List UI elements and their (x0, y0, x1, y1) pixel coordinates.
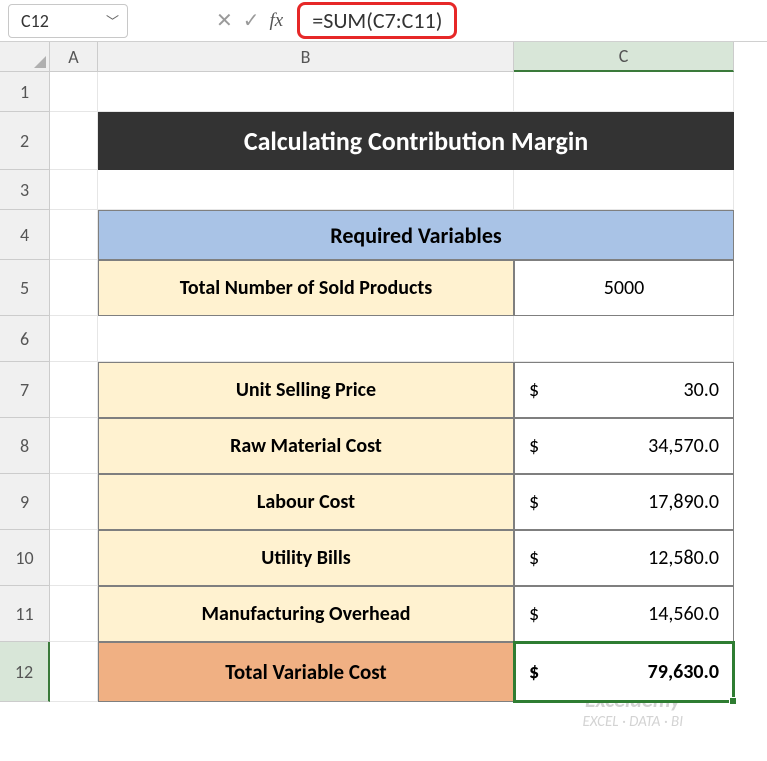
fill-handle[interactable] (729, 697, 737, 705)
row-header-7[interactable]: 7 (0, 362, 50, 418)
value-total-variable[interactable]: $ 79,630.0 (514, 642, 734, 702)
row-header-9[interactable]: 9 (0, 474, 50, 530)
cell-A4[interactable] (50, 210, 98, 260)
labour-number: 17,890.0 (648, 490, 719, 514)
cell-A3[interactable] (50, 170, 98, 210)
row-header-column: 1 2 3 4 5 6 7 8 9 10 11 12 (0, 42, 50, 761)
cell-A1[interactable] (50, 72, 98, 112)
value-overhead[interactable]: $ 14,560.0 (514, 586, 734, 642)
row-header-5[interactable]: 5 (0, 260, 50, 316)
cell-B1[interactable] (98, 72, 514, 112)
row-header-4[interactable]: 4 (0, 210, 50, 260)
currency-symbol: $ (529, 546, 539, 570)
title-cell[interactable]: Calculating Contribution Margin (98, 112, 734, 170)
currency-symbol: $ (529, 378, 539, 402)
label-utility[interactable]: Utility Bills (98, 530, 514, 586)
label-raw-material[interactable]: Raw Material Cost (98, 418, 514, 474)
row-header-8[interactable]: 8 (0, 418, 50, 474)
cell-A5[interactable] (50, 260, 98, 316)
formula-input[interactable]: =SUM(C7:C11) (297, 2, 457, 39)
row-header-12[interactable]: 12 (0, 642, 50, 702)
cell-B3[interactable] (98, 170, 514, 210)
formula-text: =SUM(C7:C11) (312, 7, 442, 34)
cell-A10[interactable] (50, 530, 98, 586)
cell-A7[interactable] (50, 362, 98, 418)
label-sold-products[interactable]: Total Number of Sold Products (98, 260, 514, 316)
value-raw-material[interactable]: $ 34,570.0 (514, 418, 734, 474)
cell-A11[interactable] (50, 586, 98, 642)
select-all-corner[interactable] (0, 42, 50, 72)
row-header-11[interactable]: 11 (0, 586, 50, 642)
cell-A2[interactable] (50, 112, 98, 170)
cancel-icon[interactable]: ✕ (216, 8, 233, 33)
section-header[interactable]: Required Variables (98, 210, 734, 260)
name-box-value: C12 (21, 10, 49, 32)
fx-icon[interactable]: fx (270, 10, 284, 32)
raw-material-number: 34,570.0 (648, 434, 719, 458)
formula-bar: C12 ﹀ ✕ ✓ fx =SUM(C7:C11) (0, 0, 767, 42)
label-labour[interactable]: Labour Cost (98, 474, 514, 530)
unit-price-number: 30.0 (684, 378, 719, 402)
name-box[interactable]: C12 ﹀ (8, 4, 128, 38)
spreadsheet-grid: 1 2 3 4 5 6 7 8 9 10 11 12 A B C Calcula… (0, 42, 767, 761)
label-total-variable[interactable]: Total Variable Cost (98, 642, 514, 702)
row-header-1[interactable]: 1 (0, 72, 50, 112)
column-header-row: A B C (50, 42, 767, 72)
row-header-3[interactable]: 3 (0, 170, 50, 210)
value-utility[interactable]: $ 12,580.0 (514, 530, 734, 586)
cell-B6[interactable] (98, 316, 514, 362)
label-unit-price[interactable]: Unit Selling Price (98, 362, 514, 418)
label-overhead[interactable]: Manufacturing Overhead (98, 586, 514, 642)
utility-number: 12,580.0 (648, 546, 719, 570)
col-header-C[interactable]: C (514, 42, 734, 72)
currency-symbol: $ (529, 602, 539, 626)
formula-bar-icons: ✕ ✓ fx (136, 8, 289, 33)
value-unit-price[interactable]: $ 30.0 (514, 362, 734, 418)
currency-symbol: $ (529, 434, 539, 458)
watermark-subtitle: EXCEL · DATA · BI (582, 713, 683, 731)
currency-symbol: $ (529, 660, 539, 684)
overhead-number: 14,560.0 (648, 602, 719, 626)
chevron-down-icon[interactable]: ﹀ (106, 11, 119, 30)
cell-A12[interactable] (50, 642, 98, 702)
value-sold-products[interactable]: 5000 (514, 260, 734, 316)
col-header-A[interactable]: A (50, 42, 98, 72)
cell-A9[interactable] (50, 474, 98, 530)
total-variable-number: 79,630.0 (648, 660, 719, 684)
row-header-2[interactable]: 2 (0, 112, 50, 170)
cell-A6[interactable] (50, 316, 98, 362)
cell-C1[interactable] (514, 72, 734, 112)
row-header-10[interactable]: 10 (0, 530, 50, 586)
cell-C6[interactable] (514, 316, 734, 362)
currency-symbol: $ (529, 490, 539, 514)
row-header-6[interactable]: 6 (0, 316, 50, 362)
col-header-B[interactable]: B (98, 42, 514, 72)
value-labour[interactable]: $ 17,890.0 (514, 474, 734, 530)
cell-A8[interactable] (50, 418, 98, 474)
cell-C3[interactable] (514, 170, 734, 210)
data-area: A B C Calculating Contribution Margin Re… (50, 42, 767, 761)
accept-icon[interactable]: ✓ (243, 8, 260, 33)
